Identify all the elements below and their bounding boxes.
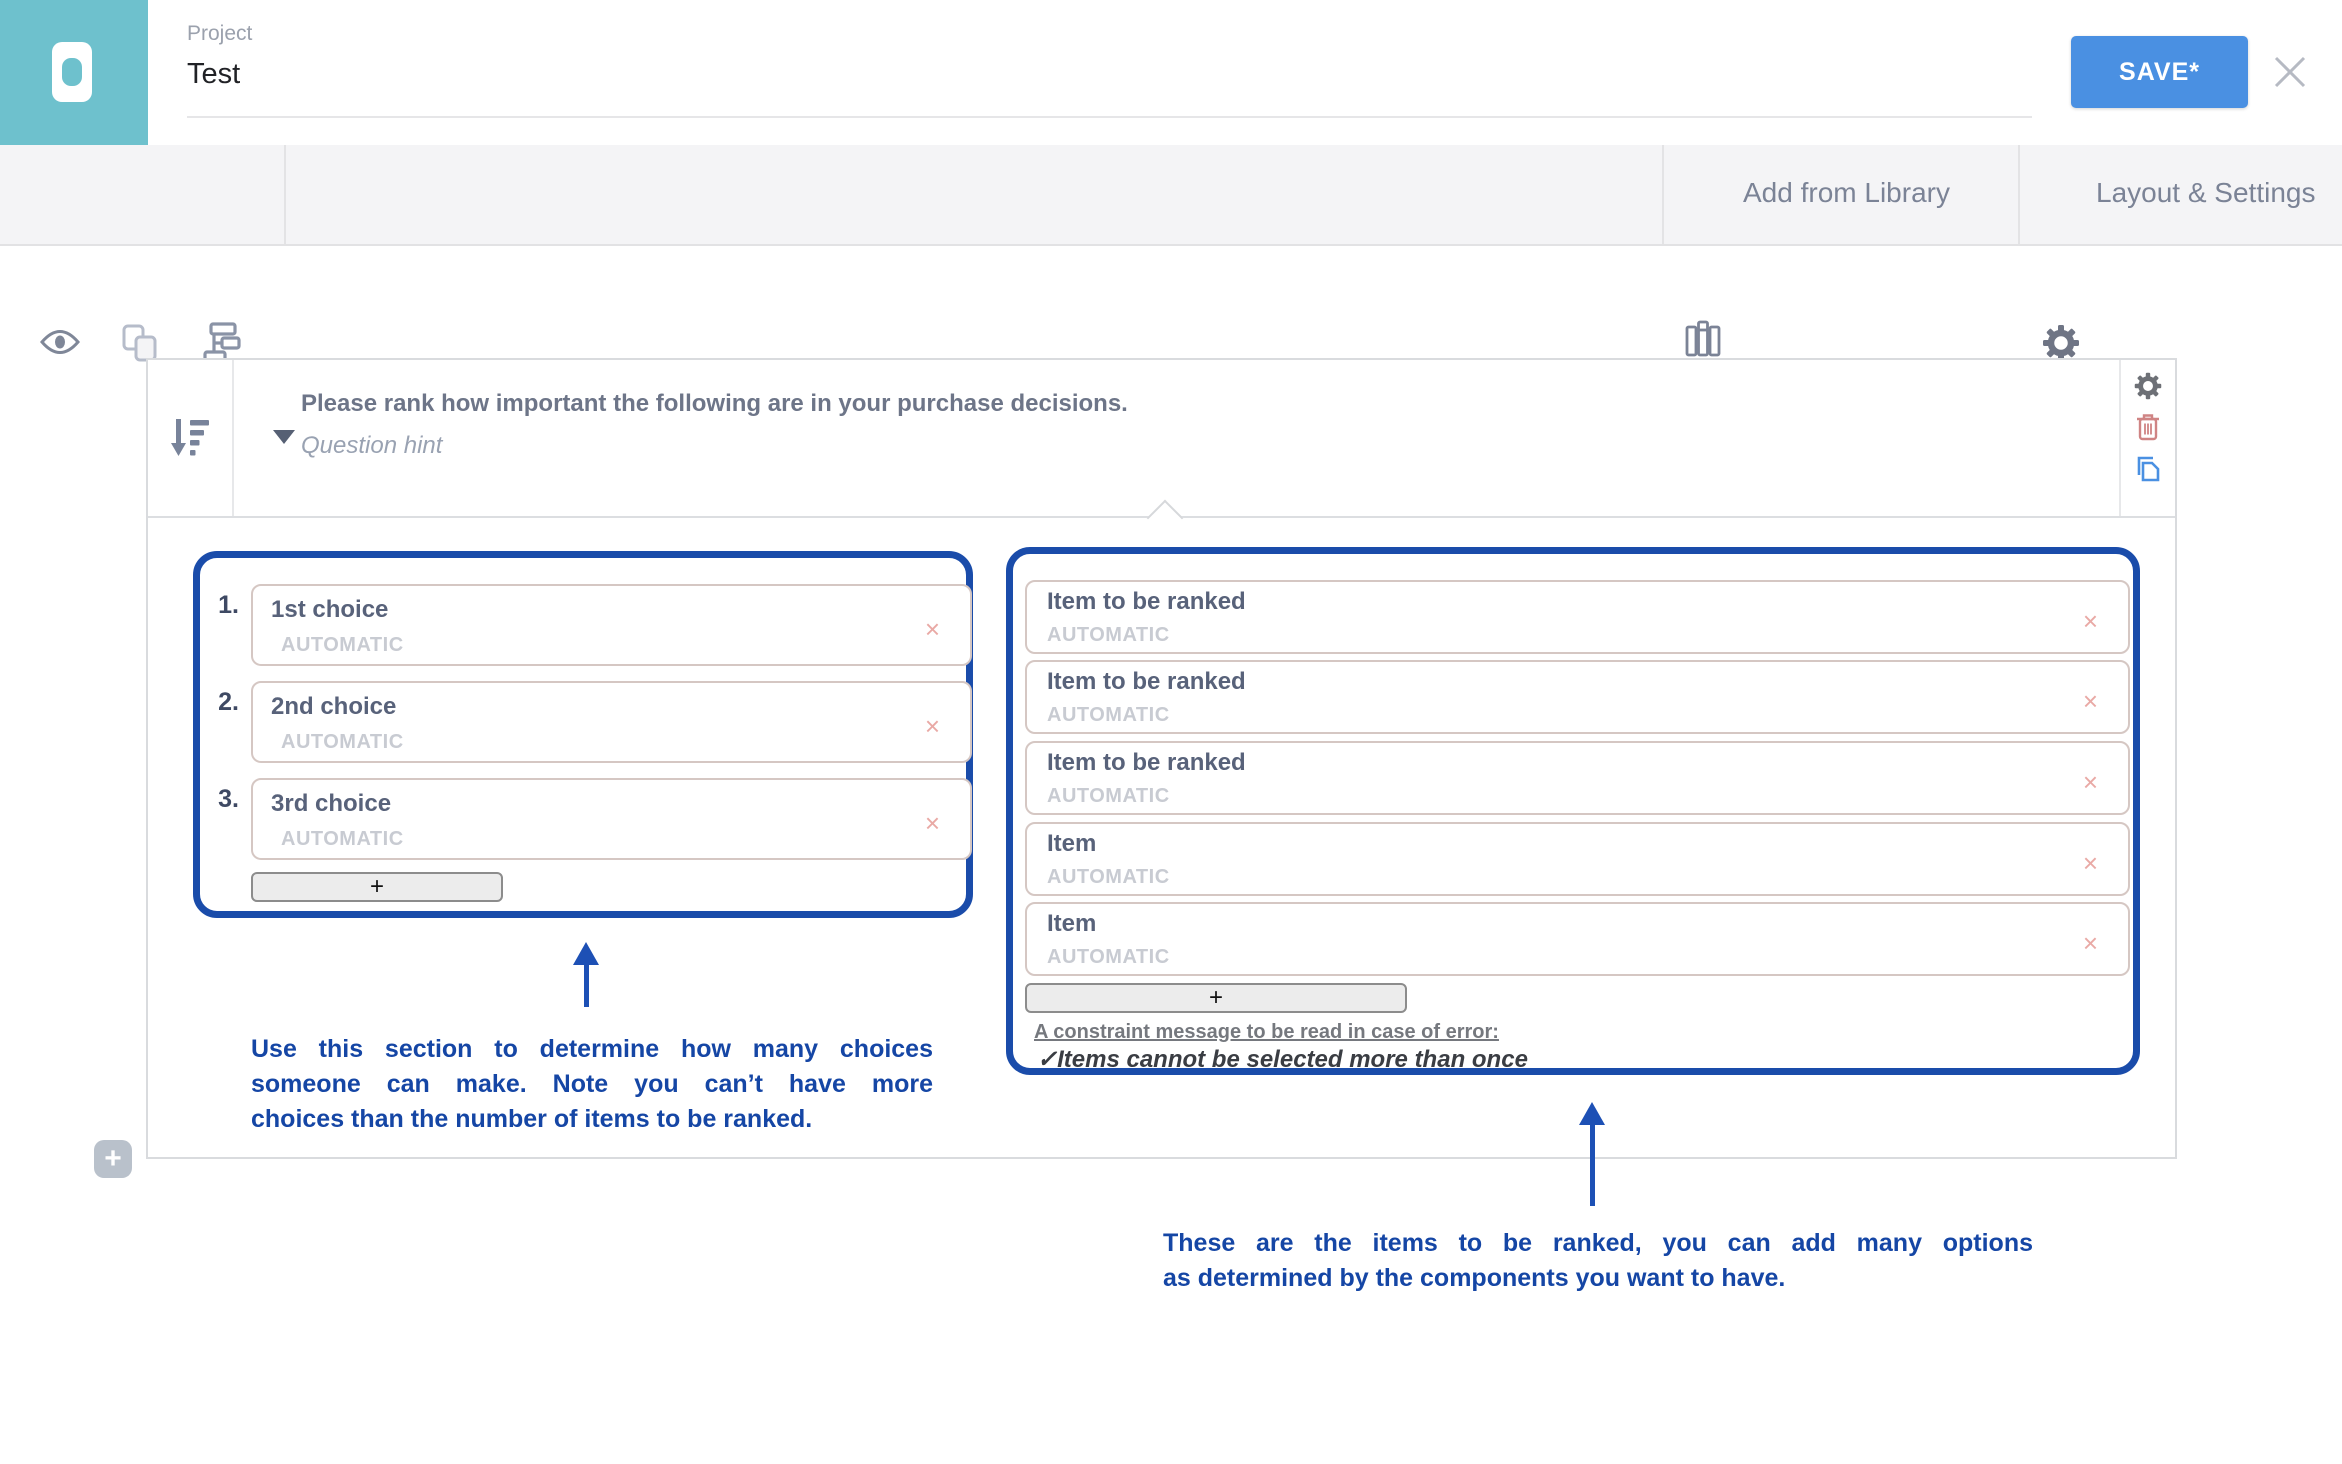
choice-row[interactable]: 3rd choice AUTOMATIC × [251, 778, 972, 860]
choices-section: 1. 1st choice AUTOMATIC × 2. 2nd choice … [193, 551, 973, 918]
close-icon[interactable] [2268, 50, 2312, 94]
left-annotation-line: Use this section to determine how many c… [251, 1032, 933, 1067]
project-title-underline [187, 116, 2032, 118]
project-label: Project [187, 22, 252, 46]
save-button[interactable]: SAVE* [2071, 36, 2248, 108]
right-annotation-arrow-shaft [1590, 1123, 1595, 1206]
add-from-library-button[interactable]: Add from Library [1743, 177, 1950, 209]
project-title-input[interactable]: Test [187, 58, 240, 91]
item-label[interactable]: Item [1047, 830, 1096, 858]
left-annotation-arrow-icon [573, 942, 599, 965]
right-annotation-line: as determined by the components you want… [1163, 1261, 2033, 1296]
toolbar-divider [284, 145, 286, 244]
item-label[interactable]: Item to be ranked [1047, 749, 1246, 777]
left-annotation-line: someone can make. Note you can’t have mo… [251, 1067, 933, 1102]
toolbar: Add from Library Layout & Settings [0, 145, 2342, 246]
right-annotation-arrow-icon [1579, 1102, 1605, 1125]
item-type-label: AUTOMATIC [1047, 624, 1170, 647]
question-header: Please rank how important the following … [148, 360, 2175, 518]
remove-item-icon[interactable]: × [2083, 930, 2098, 956]
question-pointer-notch [1147, 500, 1184, 537]
item-row[interactable]: Item to be ranked AUTOMATIC × [1025, 580, 2130, 654]
choice-type-label: AUTOMATIC [281, 731, 404, 754]
add-choice-button[interactable]: + [251, 872, 503, 902]
question-title[interactable]: Please rank how important the following … [301, 390, 1128, 418]
right-annotation-line: These are the items to be ranked, you ca… [1163, 1226, 2033, 1261]
item-type-label: AUTOMATIC [1047, 866, 1170, 889]
item-row[interactable]: Item AUTOMATIC × [1025, 822, 2130, 896]
add-component-button[interactable]: + [94, 1140, 132, 1178]
question-settings-gear-icon[interactable] [2134, 372, 2162, 400]
constraint-message-label[interactable]: A constraint message to be read in case … [1034, 1021, 1499, 1044]
toolbar-divider [1662, 145, 1664, 244]
remove-choice-icon[interactable]: × [925, 616, 940, 642]
copy-question-icon[interactable] [2133, 454, 2163, 484]
choice-type-label: AUTOMATIC [281, 634, 404, 657]
choice-label[interactable]: 1st choice [271, 596, 388, 624]
item-type-label: AUTOMATIC [1047, 785, 1170, 808]
remove-item-icon[interactable]: × [2083, 850, 2098, 876]
app-logo[interactable] [0, 0, 148, 145]
left-annotation-arrow-shaft [584, 963, 589, 1007]
item-row[interactable]: Item AUTOMATIC × [1025, 902, 2130, 976]
rank-sort-icon [167, 415, 213, 461]
left-annotation-text: Use this section to determine how many c… [251, 1032, 933, 1137]
collapse-caret-icon[interactable] [273, 430, 295, 444]
choice-row[interactable]: 1st choice AUTOMATIC × [251, 584, 972, 666]
item-label[interactable]: Item to be ranked [1047, 668, 1246, 696]
app-logo-icon [52, 42, 92, 102]
item-label[interactable]: Item to be ranked [1047, 588, 1246, 616]
choice-row[interactable]: 2nd choice AUTOMATIC × [251, 681, 972, 763]
preview-eye-icon[interactable] [39, 321, 81, 368]
delete-question-trash-icon[interactable] [2135, 412, 2161, 442]
question-hint[interactable]: Question hint [301, 432, 442, 460]
choice-number: 3. [205, 785, 239, 814]
app-window: Project Test SAVE* [0, 0, 2342, 1464]
remove-choice-icon[interactable]: × [925, 713, 940, 739]
item-row[interactable]: Item to be ranked AUTOMATIC × [1025, 741, 2130, 815]
constraint-message-value[interactable]: ✓Items cannot be selected more than once [1037, 1045, 1528, 1074]
item-label[interactable]: Item [1047, 910, 1096, 938]
toolbar-divider [2018, 145, 2020, 244]
question-type-column [148, 360, 234, 516]
right-annotation-text: These are the items to be ranked, you ca… [1163, 1226, 2033, 1296]
choice-label[interactable]: 3rd choice [271, 790, 391, 818]
question-actions-column [2119, 360, 2175, 516]
choice-number: 1. [205, 591, 239, 620]
choice-number: 2. [205, 688, 239, 717]
items-section: Item to be ranked AUTOMATIC × Item to be… [1006, 547, 2140, 1075]
item-row[interactable]: Item to be ranked AUTOMATIC × [1025, 660, 2130, 734]
layout-settings-button[interactable]: Layout & Settings [2096, 177, 2315, 209]
remove-item-icon[interactable]: × [2083, 688, 2098, 714]
item-type-label: AUTOMATIC [1047, 946, 1170, 969]
add-item-button[interactable]: + [1025, 983, 1407, 1013]
left-annotation-line: choices than the number of items to be r… [251, 1102, 933, 1137]
remove-choice-icon[interactable]: × [925, 810, 940, 836]
remove-item-icon[interactable]: × [2083, 608, 2098, 634]
remove-item-icon[interactable]: × [2083, 769, 2098, 795]
item-type-label: AUTOMATIC [1047, 704, 1170, 727]
choice-type-label: AUTOMATIC [281, 828, 404, 851]
top-header: Project Test SAVE* [0, 0, 2342, 145]
choice-label[interactable]: 2nd choice [271, 693, 396, 721]
